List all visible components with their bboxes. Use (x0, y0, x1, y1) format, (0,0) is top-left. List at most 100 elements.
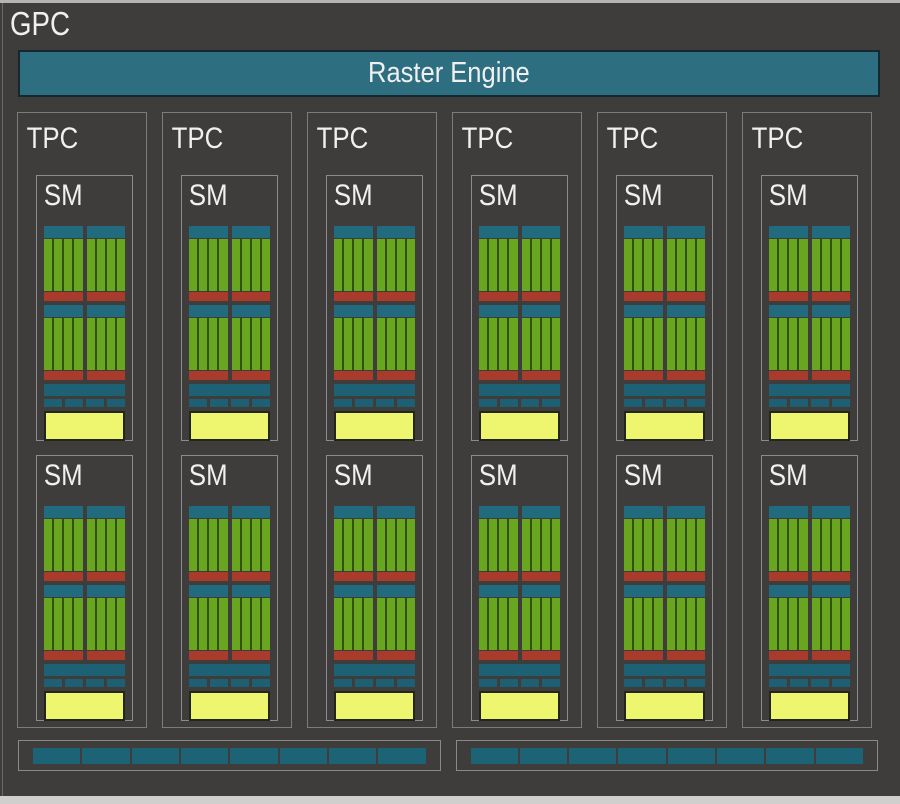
sm-content (37, 226, 132, 441)
processing-block (44, 226, 125, 301)
sm-block: SM (616, 455, 713, 721)
l1-cache-bar (334, 664, 415, 676)
warp-scheduler-bar (811, 305, 850, 317)
core-stripe (74, 598, 83, 650)
warp-scheduler-bar (521, 585, 560, 597)
sm-partition (521, 226, 560, 301)
core-array (44, 598, 83, 650)
core-stripe (821, 519, 830, 571)
sm-label: SM (478, 459, 518, 492)
core-stripe (396, 519, 405, 571)
ldst-seg (86, 679, 104, 687)
sm-content (762, 506, 857, 721)
core-stripe (676, 519, 685, 571)
core-stripe (521, 598, 530, 650)
core-stripe (209, 519, 218, 571)
core-stripe (64, 239, 73, 291)
core-array (86, 519, 125, 571)
core-stripe (116, 318, 125, 370)
core-stripe (219, 598, 228, 650)
core-stripe (74, 519, 83, 571)
core-stripe (799, 519, 808, 571)
processing-block-mount (44, 506, 125, 660)
core-stripe (334, 598, 343, 650)
ldst-unit-row (769, 399, 850, 407)
core-stripe (686, 239, 695, 291)
core-stripe (209, 239, 218, 291)
core-stripe (799, 598, 808, 650)
core-stripe (489, 519, 498, 571)
core-array (811, 598, 850, 650)
core-stripe (799, 239, 808, 291)
sm-partition (44, 506, 83, 581)
core-stripe (789, 598, 798, 650)
ldst-seg (44, 679, 62, 687)
dispatch-bar (479, 572, 518, 581)
core-array (479, 239, 518, 291)
sm-partition (334, 226, 373, 301)
core-stripe (509, 519, 518, 571)
sm-block: SM (761, 455, 858, 721)
core-stripe (96, 239, 105, 291)
core-stripe (376, 239, 385, 291)
core-stripe (54, 598, 63, 650)
processing-block (769, 585, 850, 660)
sm-partition (479, 506, 518, 581)
sm-label: SM (478, 179, 518, 212)
dispatch-bar (624, 572, 663, 581)
core-stripe (831, 598, 840, 650)
core-array (479, 519, 518, 571)
core-stripe (666, 318, 675, 370)
dispatch-bar (334, 572, 373, 581)
warp-scheduler-bar (334, 305, 373, 317)
raster-engine: Raster Engine (18, 50, 880, 97)
bottom-seg (230, 747, 278, 764)
core-stripe (541, 239, 550, 291)
sm-partition (44, 226, 83, 301)
processing-block (769, 305, 850, 380)
core-stripe (364, 519, 373, 571)
sm-partition (479, 585, 518, 660)
core-stripe (696, 239, 705, 291)
core-array (334, 598, 373, 650)
core-stripe (86, 318, 95, 370)
ldst-unit-row (769, 679, 850, 687)
core-stripe (199, 318, 208, 370)
ldst-seg (542, 679, 560, 687)
core-stripe (334, 239, 343, 291)
core-stripe (386, 598, 395, 650)
warp-scheduler-bar (811, 226, 850, 238)
core-array (666, 598, 705, 650)
sm-block: SM (326, 175, 423, 441)
dispatch-bar (376, 572, 415, 581)
sm-mount: SM SM (453, 175, 581, 721)
tpc-label: TPC (316, 122, 369, 155)
warp-scheduler-bar (769, 506, 808, 518)
core-array (376, 519, 415, 571)
core-stripe (676, 318, 685, 370)
core-array (666, 239, 705, 291)
dispatch-bar (334, 651, 373, 660)
warp-scheduler-bar (44, 585, 83, 597)
core-stripe (789, 239, 798, 291)
ldst-seg (189, 399, 207, 407)
core-stripe (386, 519, 395, 571)
core-array (624, 239, 663, 291)
sm-block: SM (616, 175, 713, 441)
core-array (521, 318, 560, 370)
core-stripe (551, 598, 560, 650)
texture-unit-block (44, 411, 125, 441)
sm-partition (86, 226, 125, 301)
l1-cache-bar (769, 384, 850, 396)
sm-mount: SM SM (163, 175, 291, 721)
sm-label: SM (43, 179, 83, 212)
warp-scheduler-bar (189, 226, 228, 238)
ldst-seg (687, 679, 705, 687)
texture-unit-block (624, 691, 705, 721)
core-array (189, 239, 228, 291)
core-stripe (841, 318, 850, 370)
l1-cache-bar (769, 664, 850, 676)
ldst-unit-row (334, 399, 415, 407)
ldst-seg (397, 679, 415, 687)
processing-block-mount (334, 506, 415, 660)
